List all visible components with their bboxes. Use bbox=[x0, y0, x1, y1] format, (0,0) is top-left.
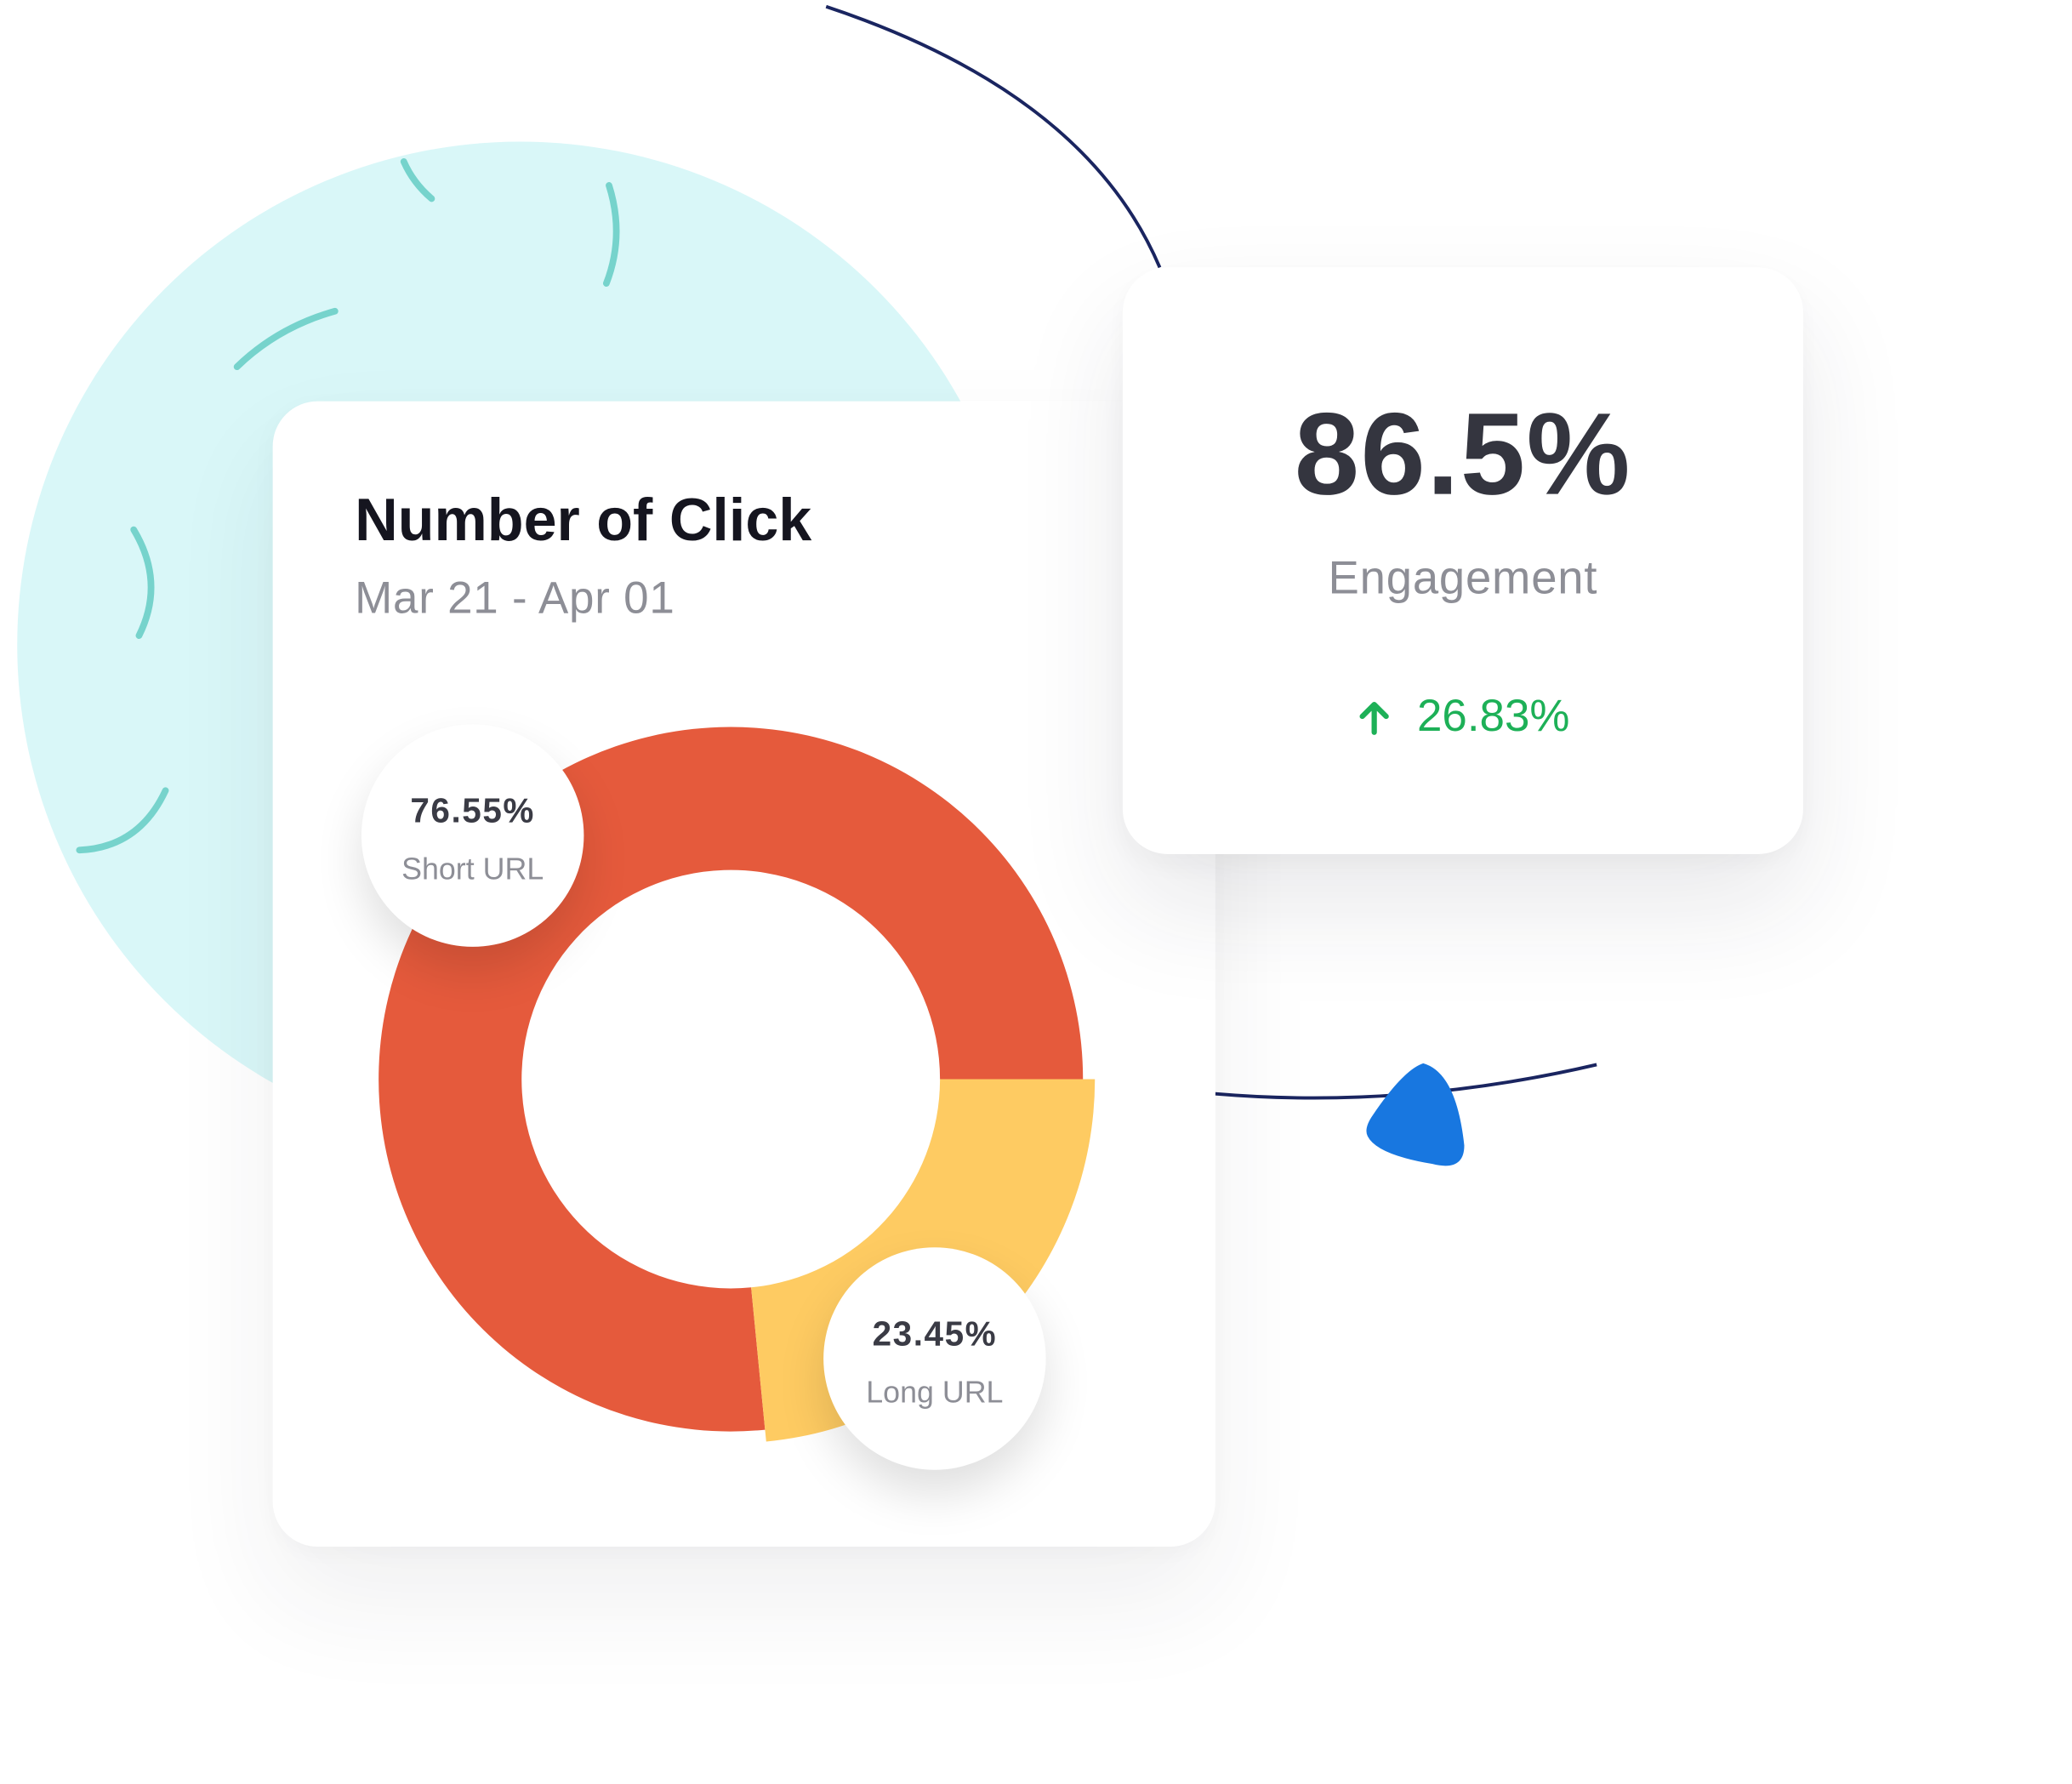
donut-chart bbox=[379, 727, 1096, 1442]
engagement-label: Engagement bbox=[1328, 552, 1598, 604]
engagement-card: 86.5% Engagement 26.83% bbox=[1122, 267, 1803, 854]
short-url-label: Short URL bbox=[401, 851, 544, 886]
decor-blue-shape bbox=[1366, 1063, 1465, 1166]
long-url-percentage: 23.45% bbox=[872, 1314, 998, 1354]
short-url-percentage: 76.55% bbox=[410, 790, 535, 830]
engagement-change-value: 26.83% bbox=[1416, 691, 1570, 742]
arrow-up-icon bbox=[1360, 701, 1390, 735]
engagement-change: 26.83% bbox=[1123, 691, 1803, 743]
decor-line-top bbox=[825, 4, 1162, 269]
long-url-label: Long URL bbox=[866, 1374, 1004, 1410]
long-url-label-bubble: 23.45% Long URL bbox=[823, 1247, 1046, 1470]
scene: Number of Click Mar 21 - Apr 01 76.55% S… bbox=[0, 0, 2072, 1784]
clicks-card: Number of Click Mar 21 - Apr 01 76.55% S… bbox=[272, 401, 1215, 1547]
short-url-label-bubble: 76.55% Short URL bbox=[361, 724, 584, 947]
engagement-value: 86.5% bbox=[1294, 388, 1632, 520]
